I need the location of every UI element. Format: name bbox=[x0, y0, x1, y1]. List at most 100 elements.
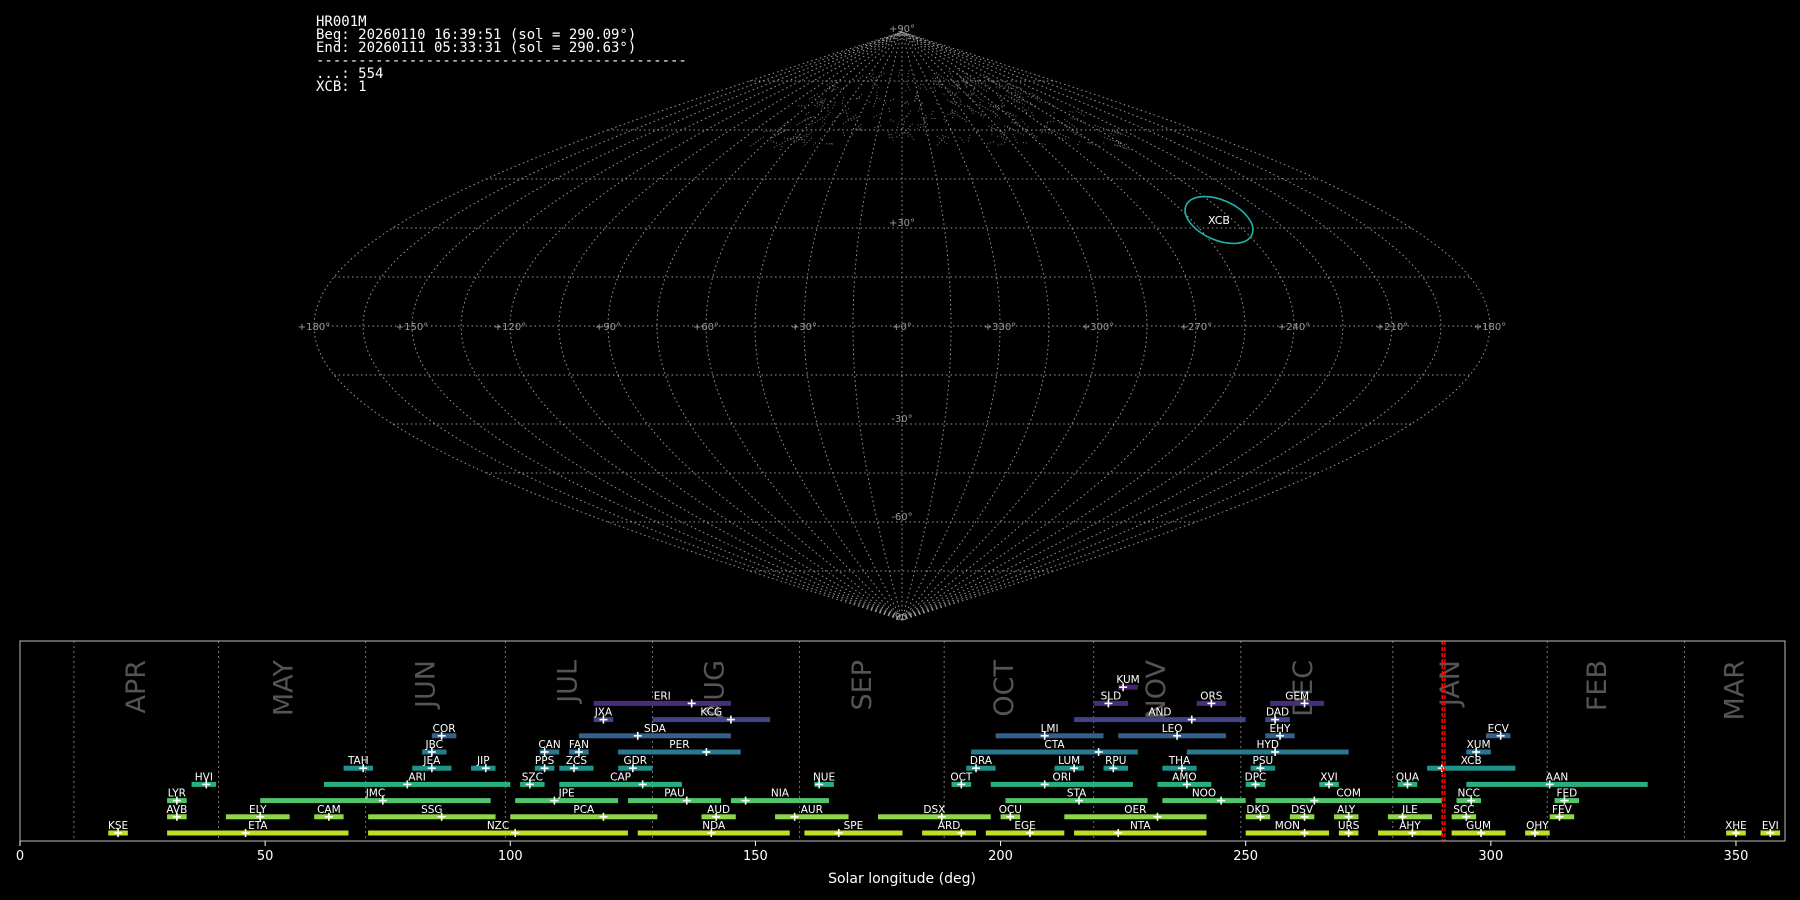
lon-tick-label: +90° bbox=[595, 322, 621, 333]
shower-kum: KUM bbox=[1116, 674, 1140, 692]
x-tick-label: 50 bbox=[257, 849, 274, 864]
meteor-trail bbox=[964, 120, 968, 124]
shower-label: NZC bbox=[487, 820, 509, 832]
shower-label: AVB bbox=[166, 804, 187, 816]
shower-label: JMC bbox=[365, 788, 386, 800]
shower-ehy: EHY bbox=[1265, 723, 1295, 740]
lat-tick-label: -60° bbox=[891, 512, 912, 523]
meteor-trail bbox=[1026, 95, 1029, 98]
shower-label: DSV bbox=[1291, 804, 1314, 816]
meteor-trail bbox=[996, 83, 1006, 88]
meteor-trail bbox=[897, 67, 902, 77]
meteor-trail bbox=[814, 98, 827, 106]
meteor-trail bbox=[850, 115, 860, 121]
shower-szc: SZC bbox=[520, 771, 545, 789]
meteor-trail bbox=[917, 123, 926, 126]
shower-label: SZC bbox=[522, 771, 543, 783]
meteor-trail bbox=[933, 82, 939, 86]
meteor-trail bbox=[1003, 138, 1007, 146]
meteor-trail bbox=[813, 142, 816, 146]
shower-label: FAN bbox=[569, 739, 589, 751]
shower-label: ARI bbox=[408, 771, 426, 783]
meteor-trail bbox=[857, 75, 864, 81]
shower-label: ERI bbox=[654, 690, 671, 702]
shower-label: QUA bbox=[1396, 771, 1420, 783]
meteor-trail bbox=[1103, 142, 1106, 146]
shower-label: CAN bbox=[538, 739, 560, 751]
shower-label: ELY bbox=[249, 804, 267, 816]
x-tick-label: 250 bbox=[1233, 849, 1258, 864]
meteor-trail bbox=[872, 97, 878, 108]
lon-tick-label: +270° bbox=[1180, 322, 1212, 333]
shower-xhe: XHE bbox=[1725, 820, 1747, 837]
shower-label: ETA bbox=[248, 820, 268, 832]
shower-label: ORS bbox=[1200, 690, 1223, 702]
lon-tick-label: +330° bbox=[984, 322, 1016, 333]
shower-label: AMO bbox=[1172, 771, 1197, 783]
shower-label: LEO bbox=[1162, 723, 1183, 735]
meteor-trail bbox=[1067, 129, 1085, 139]
shower-psu: PSU bbox=[1250, 755, 1276, 773]
meteor-trail bbox=[1125, 142, 1129, 145]
shower-ocu: OCU bbox=[999, 804, 1022, 821]
shower-label: KSE bbox=[108, 820, 128, 832]
shower-aly: ALY bbox=[1333, 804, 1359, 821]
radiant-marker: XCB bbox=[1184, 195, 1254, 245]
shower-xvi: XVI bbox=[1319, 771, 1339, 789]
shower-hvi: HVI bbox=[191, 771, 217, 789]
shower-label: COM bbox=[1336, 788, 1361, 800]
meteor-trail bbox=[1101, 136, 1122, 145]
shower-label: AUR bbox=[801, 804, 823, 816]
shower-label: AUD bbox=[707, 804, 730, 816]
meteor-trails bbox=[750, 67, 1132, 152]
meteor-trail bbox=[887, 131, 891, 140]
month-label: FEB bbox=[1582, 660, 1613, 711]
meteor-trail bbox=[963, 104, 970, 108]
shower-ncc: NCC bbox=[1456, 788, 1482, 805]
shower-label: ECV bbox=[1488, 723, 1510, 735]
meteor-trail bbox=[967, 94, 976, 103]
meteor-trail bbox=[834, 85, 838, 88]
x-axis: 0 50 100 150 200 250 300 350 bbox=[16, 841, 1748, 864]
meteor-trail bbox=[762, 130, 774, 133]
shower-label: ORI bbox=[1053, 771, 1072, 783]
meteor-trail bbox=[898, 115, 908, 123]
shower-pps: PPS bbox=[534, 755, 555, 773]
lon-tick-label: +210° bbox=[1376, 322, 1408, 333]
shower-label: XCB bbox=[1461, 755, 1482, 767]
meteor-trail bbox=[1041, 124, 1051, 130]
meteor-trail bbox=[870, 72, 875, 78]
shower-label: COR bbox=[433, 723, 456, 735]
shower-label: GUM bbox=[1466, 820, 1491, 832]
shower-label: TAH bbox=[347, 755, 369, 767]
meteor-trail bbox=[1030, 109, 1034, 117]
shower-label: DRA bbox=[970, 755, 993, 767]
meteor-trail bbox=[750, 136, 764, 147]
shower-qua: QUA bbox=[1396, 771, 1420, 789]
meteor-trail bbox=[1006, 125, 1025, 136]
shower-label: DPC bbox=[1245, 771, 1267, 783]
meteor-trail bbox=[994, 86, 1000, 89]
shower-timeline-chart: APR MAY JUN JUL AUG SEP OCT NOV DEC JAN FEB MAR KUM… bbox=[16, 640, 1786, 887]
meteor-trail bbox=[1040, 143, 1046, 145]
meridian bbox=[362, 31, 903, 621]
meteor-trail bbox=[1032, 132, 1037, 140]
shower-label: SDA bbox=[644, 723, 667, 735]
lon-tick-label: +240° bbox=[1278, 322, 1310, 333]
meteor-trail bbox=[917, 83, 923, 87]
month-label: JAN bbox=[1435, 660, 1466, 708]
meteor-trail bbox=[1019, 87, 1022, 90]
shower-rpu: RPU bbox=[1103, 755, 1129, 773]
meteor-trail bbox=[967, 134, 971, 143]
shower-dpc: DPC bbox=[1245, 771, 1267, 789]
meteor-trail bbox=[921, 117, 928, 126]
meteor-trail bbox=[988, 105, 994, 108]
meteor-trail bbox=[1052, 117, 1055, 120]
meteor-trail bbox=[985, 75, 998, 85]
shower-label: XUM bbox=[1467, 739, 1491, 751]
shower-label: PER bbox=[669, 739, 689, 751]
meteor-trail bbox=[951, 116, 955, 120]
shower-label: JBC bbox=[425, 739, 443, 751]
meteor-trail bbox=[987, 141, 995, 145]
meteor-trail bbox=[997, 142, 1004, 146]
